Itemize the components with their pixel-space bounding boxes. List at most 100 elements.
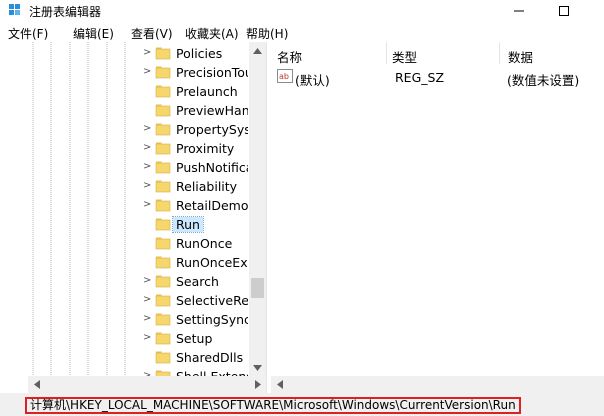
status-bar: 计算机\HKEY_LOCAL_MACHINE\SOFTWARE\Microsof… [0,393,604,416]
chevron-up-icon [253,47,262,54]
folder-icon [155,256,171,269]
scroll-left-button[interactable] [271,376,288,393]
tree-item[interactable]: > PropertySyst [28,120,266,139]
menu-edit[interactable]: 编辑(E) [73,25,114,42]
tree-item-label: Policies [176,46,223,61]
tree-item-label: Reliability [176,179,238,194]
column-header-name[interactable]: 名称 [277,42,302,65]
registry-tree[interactable]: > Policies > PrecisionTou Prelaunch PreviewHa… [28,42,266,376]
tree-item-label: Search [176,274,219,289]
expand-chevron-icon[interactable]: > [143,123,153,135]
folder-icon [155,142,171,155]
folder-icon [155,370,171,376]
tree-item[interactable]: > Setup [28,329,266,348]
tree-item[interactable]: SharedDlls [28,348,266,367]
menu-favorites[interactable]: 收藏夹(A) [185,25,239,42]
expand-chevron-icon[interactable]: > [143,47,153,59]
tree-item[interactable]: > SelectiveRem [28,291,266,310]
folder-icon [155,47,171,60]
tree-horizontal-scrollbar[interactable] [28,376,266,393]
folder-icon [155,85,171,98]
scroll-up-button[interactable] [249,42,266,59]
tree-item-label: RunOnce [176,236,233,251]
scroll-down-button[interactable] [249,359,266,376]
maximize-button[interactable] [541,0,587,22]
folder-icon [155,218,171,231]
expand-chevron-icon[interactable]: > [143,180,153,192]
expand-chevron-icon[interactable]: > [143,332,153,344]
scroll-thumb[interactable] [251,278,264,298]
tree-item[interactable]: > RetailDemo [28,196,266,215]
values-list[interactable]: 名称 类型 数据 ab (默认) REG_SZ (数值未设置) [271,42,604,376]
expand-chevron-icon[interactable]: > [143,142,153,154]
tree-item-label: PrecisionTou [176,65,248,80]
tree-item-label: PropertySyst [176,122,248,137]
tree-item-label: SharedDlls [176,350,244,365]
tree-item[interactable]: > PrecisionTou [28,63,266,82]
column-divider[interactable] [386,42,387,64]
expand-chevron-icon[interactable]: > [143,66,153,78]
regedit-app-icon [9,4,20,15]
tree-item[interactable]: > Policies [28,44,266,63]
tree-item-label: Run [172,216,204,233]
chevron-down-icon [253,364,262,371]
scroll-right-button[interactable] [249,376,266,393]
tree-item-label: RetailDemo [176,198,248,213]
folder-icon [155,199,171,212]
tree-item[interactable]: Prelaunch [28,82,266,101]
tree-item-label: PushNotificat [176,160,248,175]
tree-item[interactable]: >Shell Extensio [28,367,266,376]
minimize-icon [514,10,524,12]
folder-icon [155,351,171,364]
tree-item[interactable]: > Reliability [28,177,266,196]
tree-item[interactable]: Run [28,215,266,234]
tree-vertical-scrollbar[interactable] [249,42,266,376]
expand-chevron-icon[interactable]: > [143,161,153,173]
values-horizontal-scrollbar[interactable] [271,376,604,393]
expand-chevron-icon[interactable]: > [143,275,153,287]
menu-help[interactable]: 帮助(H) [246,25,288,42]
tree-item[interactable]: PreviewHand [28,101,266,120]
tree-item-label: RunOnceEx [176,255,248,270]
tree-item[interactable]: > SettingSync [28,310,266,329]
chevron-left-icon [276,380,283,389]
folder-icon [155,237,171,250]
minimize-button[interactable] [496,0,542,22]
tree-item[interactable]: > Proximity [28,139,266,158]
tree-item-label: SettingSync [176,312,248,327]
folder-icon [155,313,171,326]
chevron-right-icon [254,380,261,389]
tree-item[interactable]: > Search [28,272,266,291]
svg-text:ab: ab [279,72,289,81]
menu-file[interactable]: 文件(F) [8,25,48,42]
column-divider[interactable] [499,42,500,64]
folder-icon [155,161,171,174]
folder-icon [155,66,171,79]
chevron-left-icon [33,380,40,389]
column-header-type[interactable]: 类型 [392,42,417,65]
expand-chevron-icon[interactable]: > [143,313,153,325]
tree-item-label: PreviewHand [176,103,248,118]
expand-chevron-icon[interactable]: > [143,294,153,306]
expand-chevron-icon[interactable]: > [143,199,153,211]
value-name: (默认) [295,73,330,88]
tree-item-label: Shell Extensio [176,369,248,376]
column-header-data[interactable]: 数据 [508,42,533,65]
folder-icon [155,104,171,117]
value-type: REG_SZ [395,70,445,85]
menu-bar: 文件(F) 编辑(E) 查看(V) 收藏夹(A) 帮助(H) [0,22,604,42]
tree-item[interactable]: RunOnceEx [28,253,266,272]
folder-icon [155,180,171,193]
scroll-left-button[interactable] [28,376,45,393]
menu-view[interactable]: 查看(V) [131,25,173,42]
tree-item[interactable]: > PushNotificat [28,158,266,177]
tree-item-label: Setup [176,331,213,346]
window-title: 注册表编辑器 [29,5,102,19]
value-data: (数值未设置) [507,73,580,88]
maximize-icon [559,6,569,16]
folder-icon [155,294,171,307]
string-value-icon: ab [277,69,293,83]
value-row[interactable]: ab (默认) REG_SZ (数值未设置) [271,67,604,88]
tree-item-label: SelectiveRem [176,293,248,308]
tree-item[interactable]: RunOnce [28,234,266,253]
